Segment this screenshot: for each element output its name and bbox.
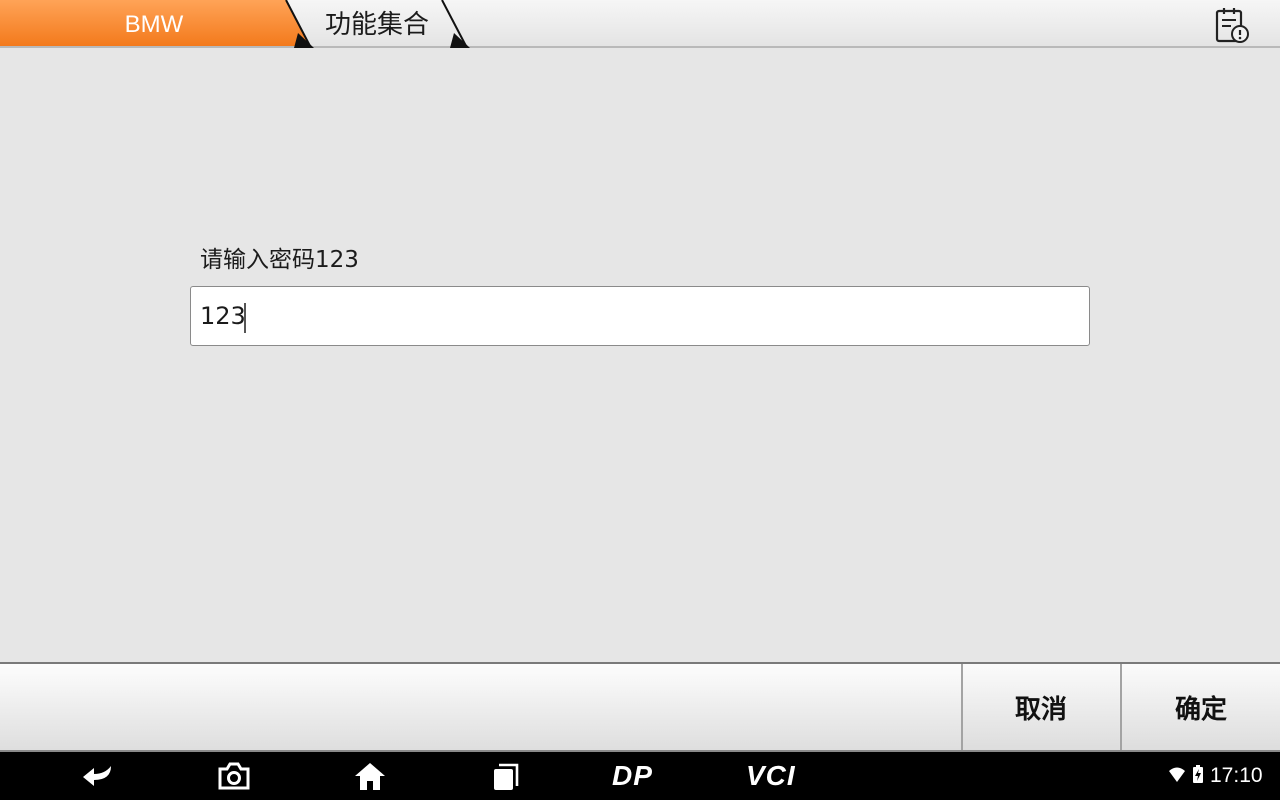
text-caret [244,303,246,333]
vci-app-button[interactable]: VCI [746,756,796,796]
breadcrumb-separator [441,0,470,48]
back-icon[interactable] [80,760,116,792]
breadcrumb-separator [285,0,314,48]
password-prompt-label: 请输入密码123 [200,247,359,273]
breadcrumb-item-function-set[interactable]: 功能集合 [325,0,429,48]
recent-apps-icon[interactable] [488,760,524,792]
action-bar: 取消 确定 [0,662,1280,752]
dp-app-button[interactable]: DP [612,756,653,796]
cancel-button[interactable]: 取消 [961,664,1119,750]
breadcrumb-item-bmw-label: BMW [124,11,184,38]
clipboard-alert-icon[interactable] [1212,5,1252,45]
top-breadcrumb-bar: BMW 功能集合 [0,0,1280,48]
wifi-icon [1169,767,1185,782]
status-clock: 17:10 [1210,764,1263,787]
confirm-button[interactable]: 确定 [1120,664,1280,750]
home-icon[interactable] [352,760,388,792]
camera-icon[interactable] [216,760,252,792]
battery-icon [1193,765,1203,783]
password-input[interactable] [190,286,1090,346]
system-nav-bar: DP VCI [0,752,1280,800]
